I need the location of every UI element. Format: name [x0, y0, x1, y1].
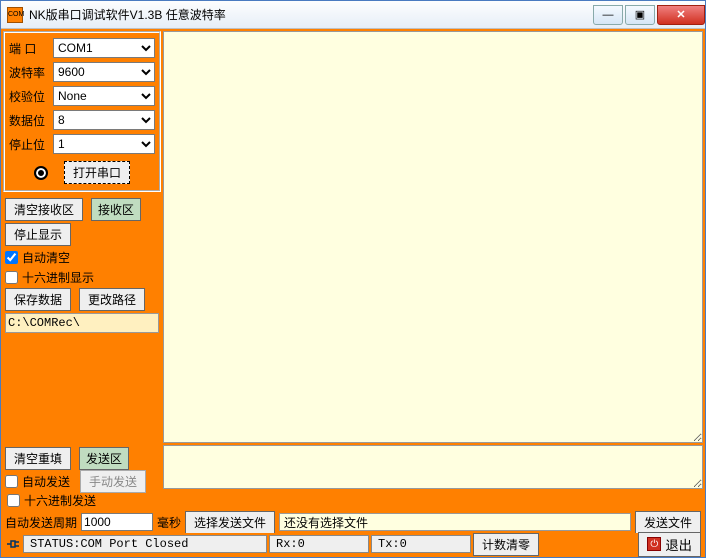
databits-select[interactable]: 8	[53, 110, 155, 130]
hex-send-label: 十六进制发送	[24, 492, 96, 509]
open-port-button[interactable]: 打开串口	[64, 161, 130, 184]
save-path-input[interactable]	[5, 313, 159, 333]
left-panel: 端 口 COM1 波特率 9600 校验位 None 数据位 8	[3, 31, 161, 443]
send-file-button[interactable]: 发送文件	[635, 511, 701, 534]
clear-rx-button[interactable]: 清空接收区	[5, 198, 83, 221]
stopbits-select[interactable]: 1	[53, 134, 155, 154]
hex-send-checkbox[interactable]	[7, 494, 20, 507]
status-rx-count: Rx:0	[269, 535, 369, 553]
auto-clear-checkbox[interactable]	[5, 251, 18, 264]
app-window: COM NK版串口调试软件V1.3B 任意波特率 — ▣ ✕ 端 口 COM1 …	[0, 0, 706, 558]
clear-tx-button[interactable]: 清空重填	[5, 447, 71, 470]
port-status-indicator	[34, 166, 48, 180]
hex-display-checkbox[interactable]	[5, 271, 18, 284]
baud-select[interactable]: 9600	[53, 62, 155, 82]
tx-header-label: 发送区	[79, 447, 129, 470]
rx-control-group: 清空接收区 接收区 停止显示 自动清空 十六进制显示	[3, 196, 161, 335]
close-button[interactable]: ✕	[657, 5, 705, 25]
databits-label: 数据位	[9, 112, 53, 129]
status-tx-count: Tx:0	[371, 535, 471, 553]
status-main: STATUS:COM Port Closed	[23, 535, 267, 553]
hex-display-label: 十六进制显示	[22, 269, 94, 286]
parity-select[interactable]: None	[53, 86, 155, 106]
reset-counter-button[interactable]: 计数清零	[473, 533, 539, 556]
parity-label: 校验位	[9, 88, 53, 105]
file-path-display: 还没有选择文件	[279, 513, 631, 531]
auto-send-label: 自动发送	[22, 473, 70, 490]
upper-area: 端 口 COM1 波特率 9600 校验位 None 数据位 8	[3, 31, 703, 443]
period-label: 自动发送周期	[5, 514, 77, 531]
auto-send-checkbox[interactable]	[5, 475, 18, 488]
receive-textarea[interactable]	[163, 31, 703, 443]
client-area: 端 口 COM1 波特率 9600 校验位 None 数据位 8	[1, 29, 705, 557]
maximize-button[interactable]: ▣	[625, 5, 655, 25]
lower-area: 清空重填 发送区 自动发送 手动发送 十六进制发送	[3, 445, 703, 555]
port-label: 端 口	[9, 40, 53, 57]
baud-label: 波特率	[9, 64, 53, 81]
rx-header-label: 接收区	[91, 198, 141, 221]
period-file-row: 自动发送周期 毫秒 选择发送文件 还没有选择文件 发送文件	[3, 511, 703, 533]
power-icon: ⏻	[647, 537, 661, 551]
send-textarea[interactable]	[163, 445, 703, 489]
change-path-button[interactable]: 更改路径	[79, 288, 145, 311]
window-title: NK版串口调试软件V1.3B 任意波特率	[29, 6, 591, 23]
titlebar: COM NK版串口调试软件V1.3B 任意波特率 — ▣ ✕	[1, 1, 705, 29]
tx-control-group: 清空重填 发送区 自动发送 手动发送	[3, 445, 161, 489]
send-options-row: 十六进制发送	[3, 489, 703, 511]
stop-display-button[interactable]: 停止显示	[5, 223, 71, 246]
plug-icon	[5, 537, 21, 551]
window-controls: — ▣ ✕	[591, 5, 705, 25]
exit-label: 退出	[665, 535, 692, 554]
stopbits-label: 停止位	[9, 136, 53, 153]
period-unit-label: 毫秒	[157, 514, 181, 531]
period-input[interactable]	[81, 513, 153, 531]
minimize-button[interactable]: —	[593, 5, 623, 25]
status-bar: STATUS:COM Port Closed Rx:0 Tx:0 计数清零 ⏻ …	[3, 533, 703, 555]
serial-config-group: 端 口 COM1 波特率 9600 校验位 None 数据位 8	[3, 31, 161, 192]
app-icon: COM	[7, 7, 23, 23]
port-select[interactable]: COM1	[53, 38, 155, 58]
exit-button[interactable]: ⏻ 退出	[638, 532, 701, 557]
save-data-button[interactable]: 保存数据	[5, 288, 71, 311]
select-file-button[interactable]: 选择发送文件	[185, 511, 275, 534]
auto-clear-label: 自动清空	[22, 249, 70, 266]
